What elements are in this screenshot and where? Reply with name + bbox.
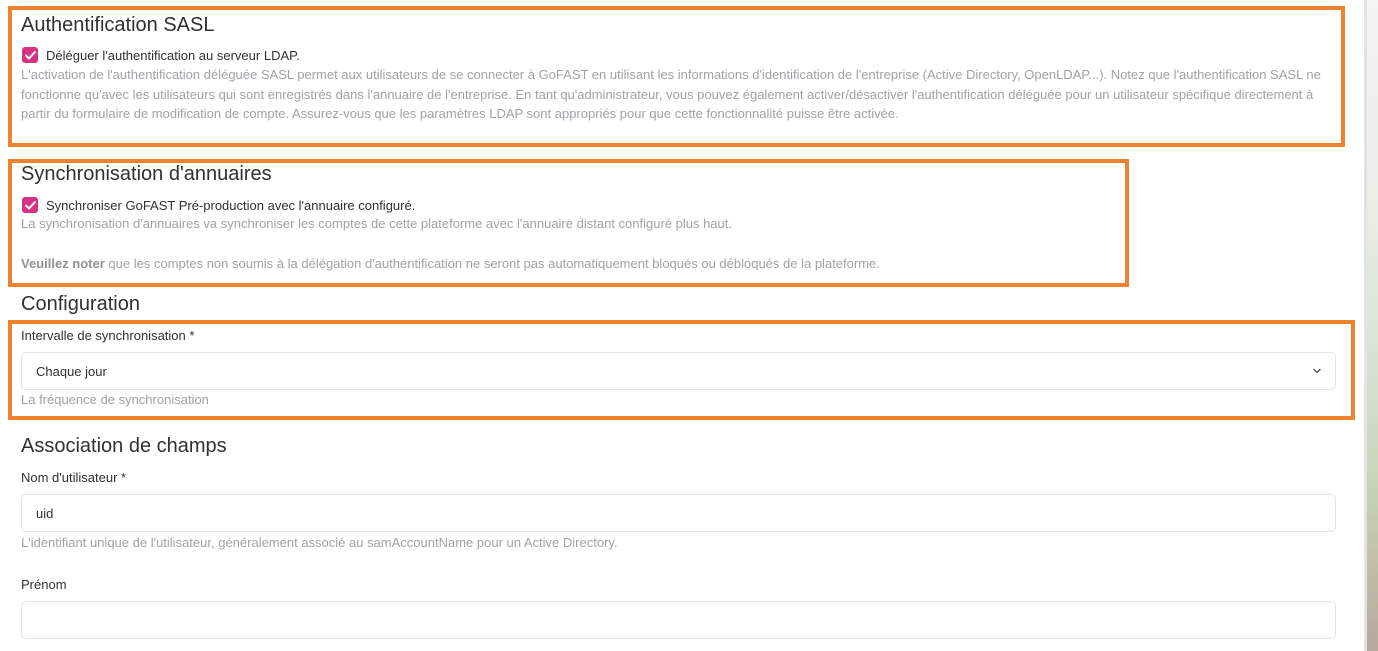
sync-note-text: que les comptes non soumis à la délégati… (104, 256, 880, 271)
firstname-input[interactable] (21, 601, 1336, 639)
firstname-label: Prénom (21, 577, 67, 592)
configuration-section-title: Configuration (21, 293, 140, 315)
sasl-description: L'activation de l'authentification délég… (21, 67, 1321, 121)
chevron-down-icon (1313, 368, 1321, 374)
username-label: Nom d'utilisateur * (21, 470, 127, 485)
interval-label: Intervalle de synchronisation * (21, 328, 195, 343)
sasl-delegate-checkbox-row[interactable]: Déléguer l'authentification au serveur L… (22, 47, 300, 63)
sync-note: Veuillez noter que les comptes non soumi… (21, 254, 880, 274)
sync-checkbox-label: Synchroniser GoFAST Pré-production avec … (46, 197, 416, 213)
interval-help: La fréquence de synchronisation (21, 392, 209, 407)
interval-select[interactable]: Chaque jour (21, 352, 1336, 390)
window-edge-background (1364, 0, 1378, 651)
mapping-section-title: Association de champs (21, 435, 227, 457)
interval-select-value: Chaque jour (36, 363, 107, 379)
sasl-section-title: Authentification SASL (21, 14, 215, 36)
sasl-delegate-checkbox[interactable] (22, 47, 38, 63)
sync-checkbox-row[interactable]: Synchroniser GoFAST Pré-production avec … (22, 197, 415, 213)
check-icon (24, 200, 36, 209)
username-input-value: uid (36, 505, 54, 521)
sync-description: La synchronisation d'annuaires va synchr… (21, 216, 732, 231)
sasl-delegate-label: Déléguer l'authentification au serveur L… (46, 47, 300, 63)
username-input[interactable]: uid (21, 494, 1336, 532)
sync-checkbox[interactable] (22, 197, 38, 213)
sync-note-bold: Veuillez noter (21, 256, 105, 271)
sync-section-title: Synchronisation d'annuaires (21, 163, 272, 185)
username-help: L'identifiant unique de l'utilisateur, g… (21, 535, 618, 550)
check-icon (24, 50, 36, 59)
